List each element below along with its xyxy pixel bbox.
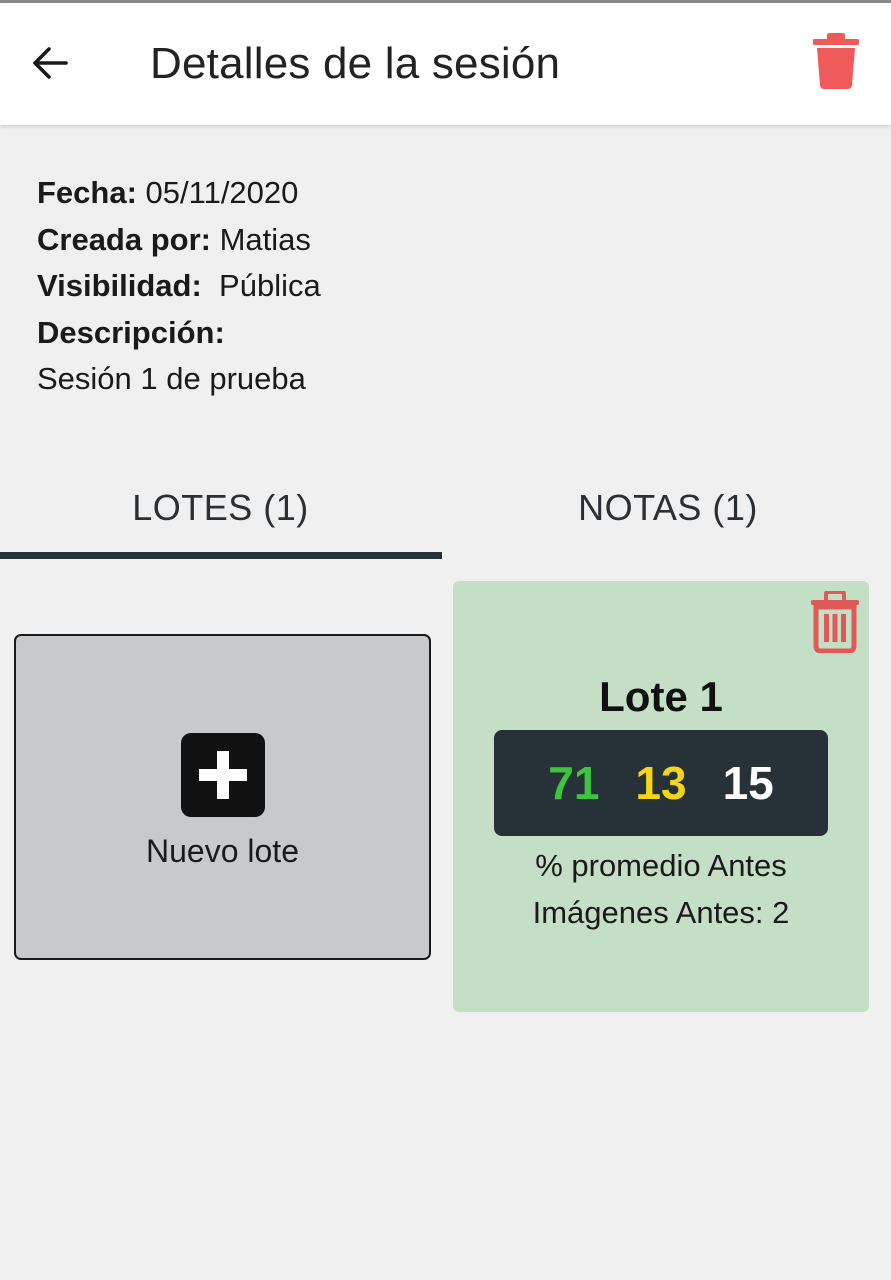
page-title: Detalles de la sesión — [150, 39, 561, 88]
stat-white: 15 — [722, 757, 774, 809]
visibilidad-label: Visibilidad: — [37, 268, 202, 303]
visibilidad-value: Pública — [219, 268, 321, 303]
fecha-value: 05/11/2020 — [145, 175, 299, 210]
plus-square-icon — [181, 733, 265, 817]
lote-stats: 71 13 15 — [494, 730, 828, 836]
back-button[interactable] — [22, 35, 78, 91]
new-lote-card[interactable]: Nuevo lote — [14, 634, 431, 960]
app-bar: Detalles de la sesión — [0, 3, 891, 125]
lote-summary: % promedio Antes Imágenes Antes: 2 — [453, 842, 869, 936]
descripcion-row: Descripción: — [37, 310, 321, 357]
tab-bar: LOTES (1) NOTAS (1) — [0, 456, 891, 560]
delete-lote-button[interactable] — [808, 589, 862, 655]
fecha-label: Fecha: — [37, 175, 137, 210]
tab-notas[interactable]: NOTAS (1) — [445, 456, 891, 560]
trash-icon — [813, 33, 859, 89]
lote-images-count: Imágenes Antes: 2 — [532, 895, 790, 930]
creada-row: Creada por: Matias — [37, 217, 321, 264]
tab-lotes[interactable]: LOTES (1) — [0, 456, 441, 560]
fecha-row: Fecha: 05/11/2020 — [37, 170, 321, 217]
lote-title: Lote 1 — [599, 673, 723, 720]
descripcion-label: Descripción: — [37, 314, 225, 350]
stat-yellow: 13 — [635, 757, 687, 809]
descripcion-value: Sesión 1 de prueba — [37, 361, 306, 396]
creada-value: Matias — [219, 221, 311, 257]
lote-caption: % promedio Antes — [535, 848, 787, 883]
trash-outline-icon — [811, 591, 859, 653]
arrow-left-icon — [33, 47, 68, 79]
session-info: Fecha: 05/11/2020 Creada por: Matias Vis… — [37, 170, 321, 403]
visibilidad-row: Visibilidad: Pública — [37, 263, 321, 310]
stat-green: 71 — [548, 757, 600, 809]
delete-session-button[interactable] — [806, 29, 866, 93]
new-lote-label: Nuevo lote — [146, 833, 299, 869]
lote-card[interactable]: Lote 1 71 13 15 % promedio Antes Imágene… — [453, 581, 869, 1012]
tab-indicator — [0, 552, 442, 559]
creada-label: Creada por: — [37, 221, 211, 257]
